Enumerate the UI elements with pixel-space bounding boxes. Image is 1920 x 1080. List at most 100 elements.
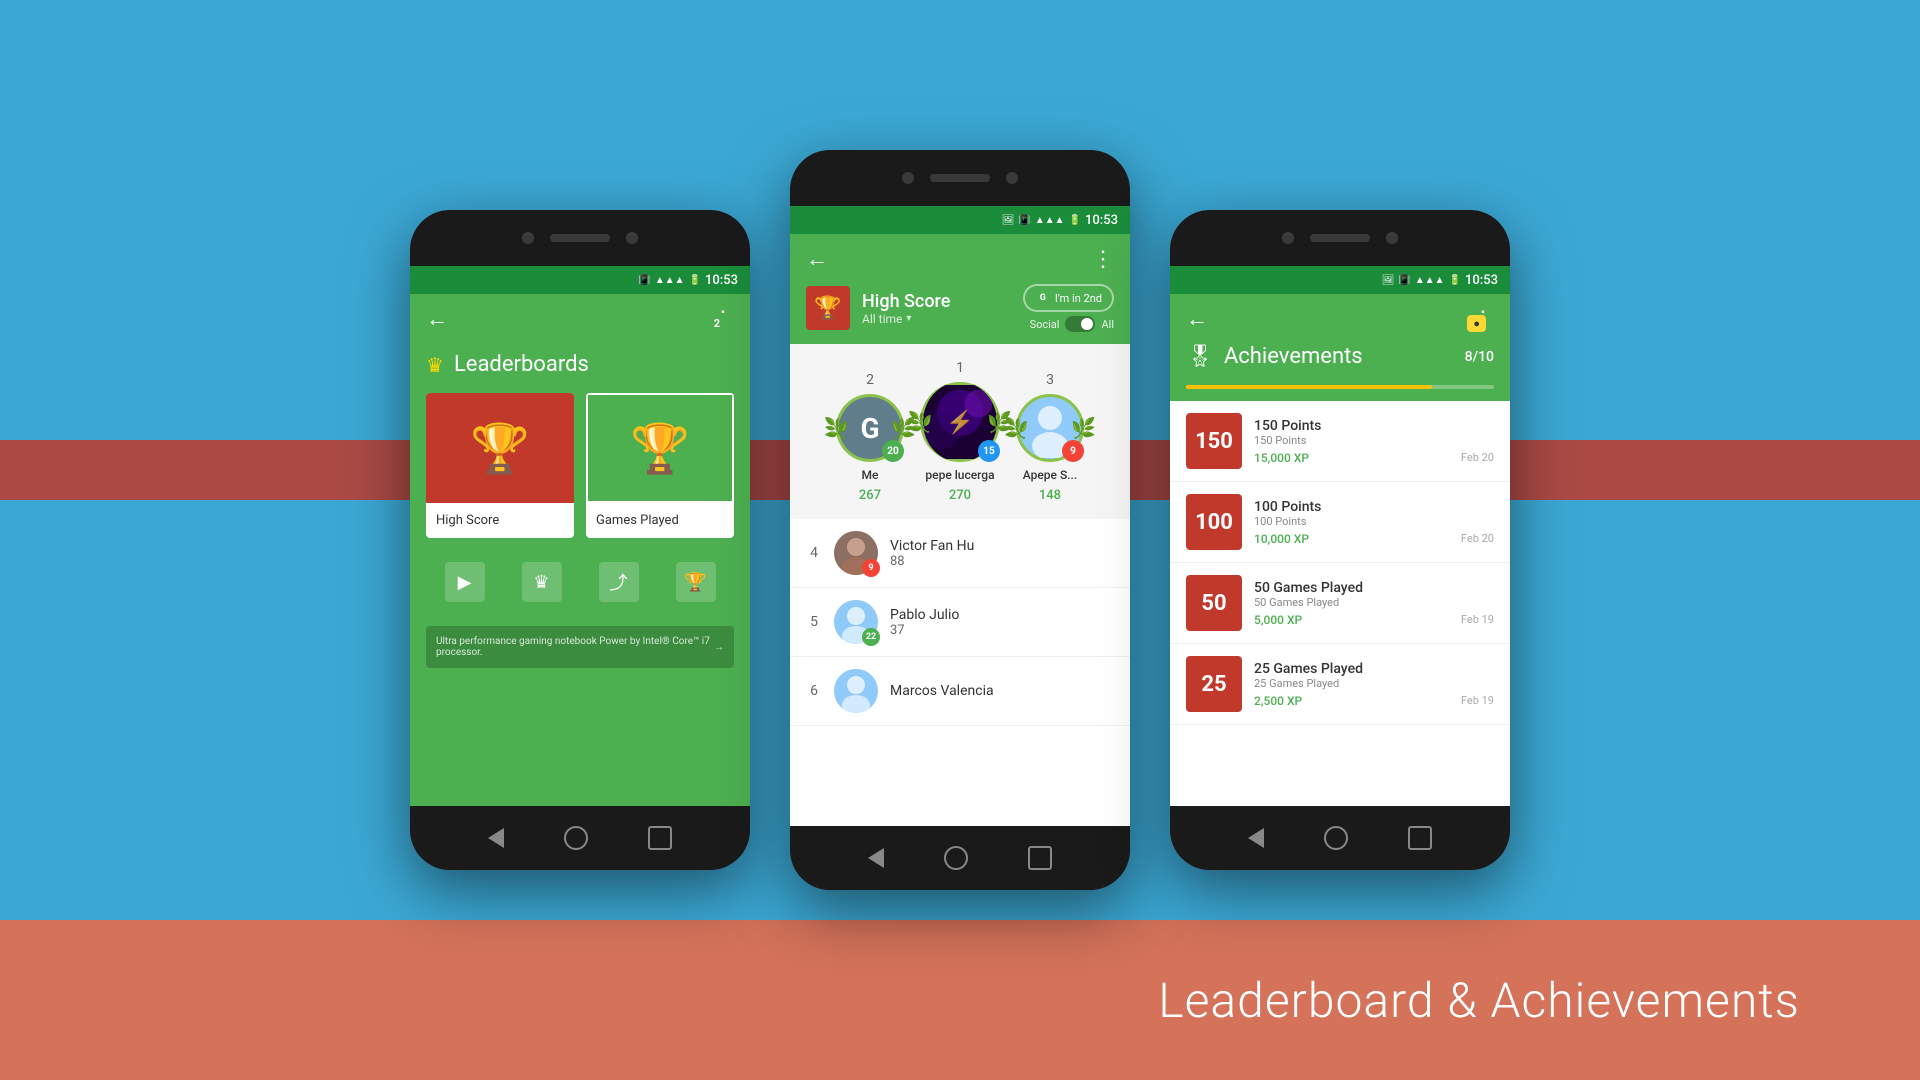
phone2-speaker — [930, 174, 990, 182]
ach-list: 150 150 Points 150 Points 15,000 XP Feb … — [1170, 401, 1510, 806]
ad-arrow-icon: → — [714, 642, 724, 653]
podium-rank-1: 1 — [956, 360, 964, 376]
share-icon[interactable]: ⤴ — [599, 562, 639, 602]
social-label: Social — [1030, 318, 1060, 331]
phone2-back-button[interactable]: ← — [806, 246, 828, 272]
lb-badge-4: 9 — [862, 559, 880, 577]
phone3-nav-home[interactable] — [1324, 826, 1348, 850]
trophy-icon-btn[interactable]: 🏆 — [676, 562, 716, 602]
high-score-card[interactable]: 🏆 High Score — [426, 393, 574, 538]
games-played-card[interactable]: 🏆 Games Played — [586, 393, 734, 538]
hs-trophy-bg: 🏆 — [806, 286, 850, 330]
ach-xp-25: 2,500 XP — [1254, 694, 1302, 708]
phone3-top-bezel — [1170, 210, 1510, 266]
high-score-trophy-icon: 🏆 — [470, 420, 530, 477]
podium-badge-3: 9 — [1062, 440, 1084, 462]
ach-desc-100: 100 Points — [1254, 515, 1494, 528]
hs-trophy-icon: 🏆 — [814, 296, 841, 321]
hs-dropdown-icon[interactable]: ▾ — [906, 313, 911, 324]
phone1-nav-recents[interactable] — [648, 826, 672, 850]
phone3-bottom-bezel — [1170, 806, 1510, 870]
svg-text:⚡: ⚡ — [946, 408, 974, 435]
ach-name-150: 150 Points — [1254, 418, 1494, 434]
lb-avatar-6 — [834, 669, 878, 713]
phone1-nav-back[interactable] — [488, 828, 504, 848]
phone1-battery-icon: 🔋 — [689, 275, 701, 286]
high-score-card-bg: 🏆 — [426, 393, 574, 503]
lb-row-4[interactable]: 4 9 Victor Fan Hu 88 — [790, 519, 1130, 588]
ad-text: Ultra performance gaming notebook Power … — [436, 636, 714, 658]
phone2-status-bar: 🖼 📳 ▲▲▲ 🔋 10:53 — [790, 206, 1130, 234]
podium-section: 2 G 20 Me 267 1 — [790, 344, 1130, 519]
lb-name-6: Marcos Valencia — [890, 683, 1114, 699]
lb-rank-4: 4 — [806, 545, 822, 561]
phone1-top-bezel — [410, 210, 750, 266]
phone1-signal-icon: ▲▲▲ — [655, 275, 685, 286]
ach-item-100[interactable]: 100 100 Points 100 Points 10,000 XP Feb … — [1170, 482, 1510, 563]
lb-badge-5: 22 — [862, 628, 880, 646]
social-toggle[interactable] — [1065, 316, 1095, 332]
phone1-title-row: ♛ Leaderboards — [410, 344, 750, 393]
ach-item-150[interactable]: 150 150 Points 150 Points 15,000 XP Feb … — [1170, 401, 1510, 482]
phone2-screen: ← ⋮ 🏆 High Score All time ▾ G — [790, 234, 1130, 826]
all-label: All — [1101, 318, 1114, 331]
lb-name-col-5: Pablo Julio 37 — [890, 607, 1114, 638]
play-icon[interactable]: ▶ — [445, 562, 485, 602]
podium-avatar-wrap-1: ⚡ 15 — [920, 382, 1000, 462]
phone1-bottom-nav: ▶ ♛ ⤴ 🏆 — [410, 546, 750, 618]
crown-icon: ♛ — [426, 353, 444, 377]
podium-avatar-text-2: G — [860, 412, 879, 445]
phone1-status-bar: 📳 ▲▲▲ 🔋 10:53 — [410, 266, 750, 294]
achievements-header: 🎖 Achievements 8/10 — [1170, 344, 1510, 385]
phone2-camera2 — [1006, 172, 1018, 184]
podium-item-3: 3 9 Apepe S... 148 — [1016, 372, 1084, 503]
ach-date-25: Feb 19 — [1461, 694, 1494, 707]
phone3-nav-back[interactable] — [1248, 828, 1264, 848]
ach-name-50: 50 Games Played — [1254, 580, 1494, 596]
phone1-status-icons: 📳 ▲▲▲ 🔋 — [638, 275, 701, 286]
phone1-bottom-bezel — [410, 806, 750, 870]
phone1-back-button[interactable]: ← — [426, 306, 448, 332]
leaderboards-title: Leaderboards — [454, 352, 589, 377]
podium-badge-2: 20 — [882, 440, 904, 462]
phone2-nav-back[interactable] — [868, 848, 884, 868]
phone3-nav-recents[interactable] — [1408, 826, 1432, 850]
phone1-screen: ← ⋮ 2 ♛ Leaderboards 🏆 High Score — [410, 294, 750, 806]
lb-row-5[interactable]: 5 22 Pablo Julio 37 — [790, 588, 1130, 657]
im-in-badge: G I'm in 2nd — [1023, 284, 1114, 312]
podium-item-2: 2 G 20 Me 267 — [836, 372, 904, 503]
phone2-time: 10:53 — [1085, 213, 1118, 228]
phone2-nav-recents[interactable] — [1028, 846, 1052, 870]
phone2-more-button[interactable]: ⋮ — [1092, 247, 1114, 272]
phone2-nav-home[interactable] — [944, 846, 968, 870]
phone1-camera — [522, 232, 534, 244]
ach-progress-bar-wrap — [1170, 385, 1510, 401]
social-toggle-row: Social All — [1030, 316, 1114, 332]
marcos-avatar-img — [834, 669, 878, 713]
phone3-signal-icon: ▲▲▲ — [1415, 275, 1445, 286]
ach-item-50[interactable]: 50 50 Games Played 50 Games Played 5,000… — [1170, 563, 1510, 644]
ach-item-25[interactable]: 25 25 Games Played 25 Games Played 2,500… — [1170, 644, 1510, 725]
phone1-vibrate-icon: 📳 — [638, 275, 650, 286]
phone3-vibrate-icon: 📳 — [1398, 275, 1410, 286]
high-score-label: High Score — [426, 503, 574, 538]
phone1-time: 10:53 — [705, 273, 738, 288]
ad-banner: Ultra performance gaming notebook Power … — [426, 626, 734, 668]
achievements-ribbon-icon: 🎖 — [1186, 344, 1214, 369]
ach-xp-150: 15,000 XP — [1254, 451, 1309, 465]
ach-name-100: 100 Points — [1254, 499, 1494, 515]
phone2-battery-icon: 🔋 — [1069, 215, 1081, 226]
phone3-status-bar: 🖼 📳 ▲▲▲ 🔋 10:53 — [1170, 266, 1510, 294]
lb-row-6[interactable]: 6 Marcos Valencia — [790, 657, 1130, 726]
lb-name-col-4: Victor Fan Hu 88 — [890, 538, 1114, 569]
ach-badge-150: 150 — [1186, 413, 1242, 469]
phone-1-leaderboards: 📳 ▲▲▲ 🔋 10:53 ← ⋮ 2 ♛ Leaderboards — [410, 210, 750, 870]
podium-name-1: pepe lucerga — [925, 468, 994, 482]
phone3-back-button[interactable]: ← — [1186, 306, 1208, 332]
phone1-nav-home[interactable] — [564, 826, 588, 850]
crown-icon-btn[interactable]: ♛ — [522, 562, 562, 602]
lb-score-4: 88 — [890, 554, 1114, 569]
ach-date-50: Feb 19 — [1461, 613, 1494, 626]
podium-name-2: Me — [862, 468, 879, 482]
phone3-time: 10:53 — [1465, 273, 1498, 288]
